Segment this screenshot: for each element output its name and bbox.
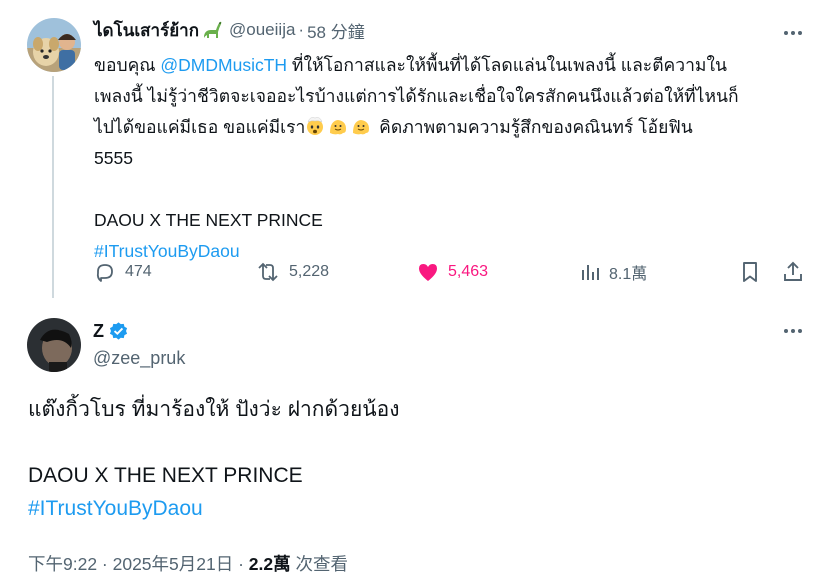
melting-face-emoji-icon xyxy=(351,115,371,135)
mention-link[interactable]: @DMDMusicTH xyxy=(160,55,287,75)
main-author-avatar[interactable] xyxy=(27,318,81,372)
bookmark-icon xyxy=(739,260,761,284)
quoted-author-name[interactable]: ไดโนเสาร์ย้าก xyxy=(94,17,199,44)
tweet-timestamp[interactable]: 下午9:22 · 2025年5月21日 · xyxy=(28,554,249,574)
share-icon xyxy=(781,260,805,284)
repost-count: 5,228 xyxy=(289,263,330,280)
repost-button[interactable]: 5,228 xyxy=(255,258,329,286)
main-hashtag-link[interactable]: #ITrustYouByDaou xyxy=(28,497,203,520)
thread-connector-line xyxy=(52,76,54,298)
reply-count: 474 xyxy=(125,263,152,280)
quoted-author-avatar[interactable] xyxy=(27,18,81,72)
tweet-views-count: 2.2萬 xyxy=(248,554,291,574)
quoted-text-line-3b: คิดภาพตามความรู้สึกของคณินทร์ โอ้ยฟิน xyxy=(374,117,693,137)
main-author-header: Z xyxy=(93,319,129,343)
quoted-author-handle[interactable]: @oueiija xyxy=(229,20,295,40)
main-author-name[interactable]: Z xyxy=(93,321,104,342)
quoted-text-line-1b: ที่ให้โอกาสและให้พื้นที่ได้โลดแล่นในเพลง… xyxy=(287,55,727,75)
quoted-author-header: ไดโนเสาร์ย้าก @oueiija · 58 分鐘 xyxy=(94,18,365,42)
tweet-views-label: 次查看 xyxy=(290,554,348,574)
reply-icon xyxy=(93,260,117,284)
exploding-head-emoji-icon xyxy=(305,115,325,135)
verified-badge-icon xyxy=(108,321,129,342)
quoted-text-line-4: 5555 xyxy=(94,148,133,168)
quoted-text-line-1: ขอบคุณ xyxy=(94,55,161,75)
quoted-text-line-2: เพลงนี้ ไม่รู้ว่าชีวิตจะเจออะไรบ้างแต่กา… xyxy=(94,86,739,106)
main-more-options-icon[interactable] xyxy=(782,320,804,342)
melting-face-emoji-icon xyxy=(328,115,348,135)
tweet-meta: 下午9:22 · 2025年5月21日 · 2.2萬 次查看 xyxy=(28,551,348,576)
main-text-line-2: DAOU X THE NEXT PRINCE xyxy=(28,464,303,487)
like-count: 5,463 xyxy=(448,263,489,280)
quoted-tweet-text: ขอบคุณ @DMDMusicTH ที่ให้โอกาสและให้พื้น… xyxy=(94,50,816,267)
main-text-line-1: แต๊งกิ้วโบร ที่มาร้องให้ ปังว่ะ ฝากด้วยน… xyxy=(28,398,400,421)
views-count: 8.1萬 xyxy=(609,266,648,283)
main-author-handle[interactable]: @zee_pruk xyxy=(93,348,185,369)
quoted-text-line-5: DAOU X THE NEXT PRINCE xyxy=(94,210,323,230)
main-tweet-text: แต๊งกิ้วโบร ที่มาร้องให้ ปังว่ะ ฝากด้วยน… xyxy=(28,393,808,525)
views-chart-icon xyxy=(579,261,601,283)
reply-button[interactable]: 474 xyxy=(93,258,152,286)
views-button[interactable]: 8.1萬 xyxy=(579,258,647,286)
quoted-text-line-3: ไปได้ขอแค่มีเธอ ขอแค่มีเรา xyxy=(94,117,306,137)
quoted-tweet-time[interactable]: 58 分鐘 xyxy=(307,18,365,43)
quoted-action-bar: 474 5,228 5,463 8.1萬 xyxy=(93,258,809,286)
sauropod-emoji-icon xyxy=(201,19,223,41)
like-button[interactable]: 5,463 xyxy=(416,258,488,286)
heart-filled-icon xyxy=(416,260,440,284)
share-button[interactable] xyxy=(781,258,805,286)
quoted-more-options-icon[interactable] xyxy=(782,22,804,44)
header-separator: · xyxy=(298,20,305,39)
repost-icon xyxy=(255,260,281,284)
bookmark-button[interactable] xyxy=(739,258,761,286)
